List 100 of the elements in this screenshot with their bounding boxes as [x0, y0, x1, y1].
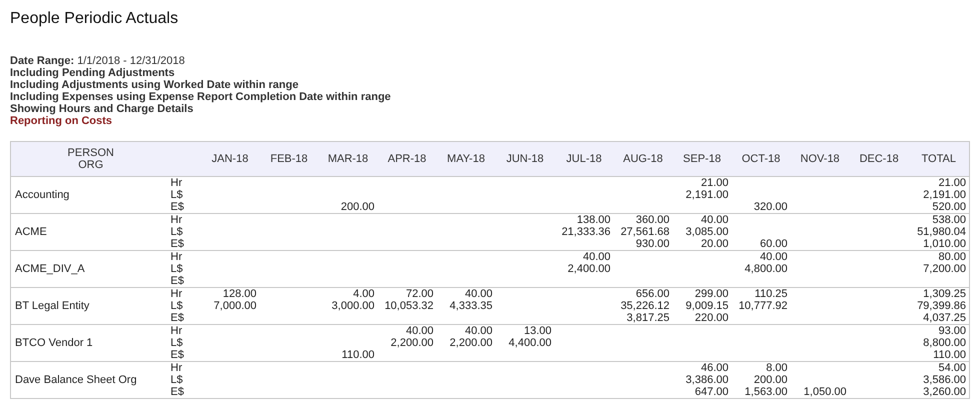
- amount-value: 46.00: [700, 362, 728, 374]
- amount-value: 538.00: [932, 214, 966, 226]
- amount-value: 10,777.92: [738, 300, 788, 312]
- measure-label: L$: [170, 226, 184, 238]
- org-name: ACME_DIV_A: [15, 263, 85, 275]
- amount-value: 3,085.00: [686, 226, 728, 238]
- amount-value: 2,200.00: [390, 337, 434, 349]
- amount-value: 4,400.00: [508, 337, 552, 349]
- org-name: Accounting: [15, 189, 70, 201]
- amount-value: 21,333.36: [562, 226, 610, 238]
- amount-value: 3,586.00: [923, 374, 966, 386]
- amount-value: 54.00: [938, 362, 966, 374]
- column-header: AUG-18: [614, 142, 672, 176]
- amount-value: 8.00: [766, 362, 788, 374]
- amount-value: 200.00: [340, 201, 374, 213]
- column-header: OCT-18: [732, 142, 790, 176]
- amount-value: 128.00: [222, 288, 256, 300]
- column-header: FEB-18: [260, 142, 318, 176]
- amount-value: 3,817.25: [626, 312, 670, 324]
- amount-value: 110.00: [342, 349, 374, 361]
- measure-label: Hr: [170, 251, 184, 263]
- amount-value: 2,400.00: [568, 263, 610, 275]
- org-name: Dave Balance Sheet Org: [15, 374, 137, 386]
- report-criterion: Including Adjustments using Worked Date within range: [10, 79, 300, 91]
- amount-value: 647.00: [694, 386, 728, 398]
- column-header: MAR-18: [318, 142, 378, 176]
- amount-value: 8,800.00: [923, 337, 966, 349]
- amount-value: 7,000.00: [214, 300, 256, 312]
- amount-value: 51,980.04: [917, 226, 966, 238]
- report-criterion: Including Expenses using Expense Report Completion Date within range: [10, 91, 392, 103]
- amount-value: 1,010.00: [923, 238, 966, 250]
- org-name: BTCO Vendor 1: [15, 337, 93, 349]
- header-text: ORG: [77, 159, 104, 171]
- amount-value: 93.00: [938, 325, 966, 337]
- amount-value: 520.00: [932, 201, 966, 213]
- amount-value: 200.00: [754, 374, 788, 386]
- amount-value: 21.00: [938, 177, 966, 189]
- report-title: People Periodic Actuals: [10, 10, 180, 28]
- amount-value: 3,260.00: [923, 386, 966, 398]
- amount-value: 40.00: [760, 251, 788, 263]
- column-header: DEC-18: [850, 142, 908, 176]
- header-text: PERSON: [66, 147, 115, 159]
- measure-label: L$: [170, 374, 184, 386]
- measure-label: E$: [170, 312, 185, 324]
- org-name: BT Legal Entity: [15, 300, 90, 312]
- amount-value: 360.00: [636, 214, 670, 226]
- measure-label: E$: [170, 201, 185, 213]
- amount-value: 80.00: [938, 251, 966, 263]
- column-header: TOTAL: [908, 142, 970, 176]
- column-header: JUL-18: [554, 142, 614, 176]
- report-criterion: Showing Hours and Charge Details: [10, 103, 194, 115]
- measure-label: E$: [170, 349, 185, 361]
- column-header: MAY-18: [436, 142, 496, 176]
- amount-value: 40.00: [464, 325, 492, 337]
- measure-label: L$: [170, 189, 184, 201]
- measure-label: E$: [170, 275, 185, 287]
- amount-value: 1,563.00: [744, 386, 788, 398]
- amount-value: 4,800.00: [744, 263, 788, 275]
- amount-value: 1,050.00: [804, 386, 846, 398]
- amount-value: 79,399.86: [917, 300, 966, 312]
- amount-value: 10,053.32: [384, 300, 434, 312]
- amount-value: 40.00: [464, 288, 492, 300]
- amount-value: 930.00: [636, 238, 670, 250]
- amount-value: 299.00: [694, 288, 728, 300]
- amount-value: 7,200.00: [923, 263, 966, 275]
- column-header: NOV-18: [790, 142, 850, 176]
- measure-label: E$: [170, 386, 185, 398]
- amount-value: 110.25: [754, 288, 788, 300]
- column-header: JAN-18: [200, 142, 260, 176]
- measure-label: Hr: [170, 325, 184, 337]
- amount-value: 3,386.00: [686, 374, 728, 386]
- amount-value: 40.00: [582, 251, 610, 263]
- amount-value: 35,226.12: [620, 300, 670, 312]
- amount-value: 40.00: [406, 325, 434, 337]
- amount-value: 1,309.25: [923, 288, 966, 300]
- amount-value: 110.00: [933, 349, 966, 361]
- report-criterion: Date Range: 1/1/2018 - 12/31/2018: [10, 55, 186, 67]
- measure-label: L$: [170, 300, 184, 312]
- amount-value: 40.00: [700, 214, 728, 226]
- amount-value: 21.00: [700, 177, 728, 189]
- org-name: ACME: [15, 226, 47, 238]
- column-header: APR-18: [378, 142, 436, 176]
- amount-value: 220.00: [694, 312, 728, 324]
- amount-value: 60.00: [760, 238, 788, 250]
- amount-value: 656.00: [636, 288, 670, 300]
- amount-value: 4,333.35: [450, 300, 492, 312]
- report-criterion: Reporting on Costs: [10, 115, 114, 127]
- amount-value: 4.00: [353, 288, 374, 300]
- amount-value: 138.00: [576, 214, 610, 226]
- column-header: SEP-18: [672, 142, 732, 176]
- measure-label: E$: [170, 238, 185, 250]
- amount-value: 13.00: [524, 325, 552, 337]
- amount-value: 27,561.68: [620, 226, 670, 238]
- measure-label: L$: [170, 263, 184, 275]
- amount-value: 72.00: [406, 288, 434, 300]
- amount-value: 4,037.25: [923, 312, 966, 324]
- amount-value: 9,009.15: [686, 300, 728, 312]
- measure-label: L$: [170, 337, 184, 349]
- amount-value: 2,191.00: [686, 189, 728, 201]
- amount-value: 20.00: [700, 238, 728, 250]
